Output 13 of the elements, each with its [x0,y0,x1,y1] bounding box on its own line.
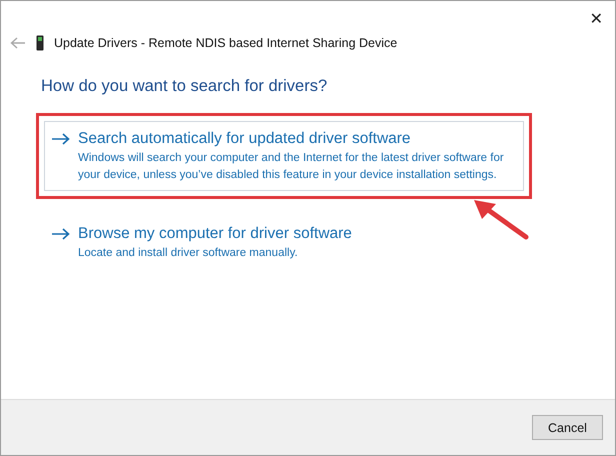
option-description: Locate and install driver software manually. [78,246,299,261]
device-icon [36,35,44,51]
window-title: Update Drivers - Remote NDIS based Internet Sharing Device [54,36,398,50]
option-title: Browse my computer for driver software [78,225,352,243]
option-title: Search automatically for updated driver software [78,130,412,148]
arrow-icon [51,133,70,145]
driver-option[interactable]: Browse my computer for driver software Locate and install driver software manually. [44,216,524,270]
arrow-icon [51,228,70,240]
close-button[interactable]: ✕ [586,7,607,27]
heading: How do you want to search for drivers? [41,77,328,96]
cancel-button[interactable]: Cancel [532,415,603,440]
option-description: Windows will search your computer and the Internet for the latest driver software for your device, unless you’ve disabled this feature in your device installation settings. [78,151,505,182]
driver-option[interactable] [44,121,524,191]
